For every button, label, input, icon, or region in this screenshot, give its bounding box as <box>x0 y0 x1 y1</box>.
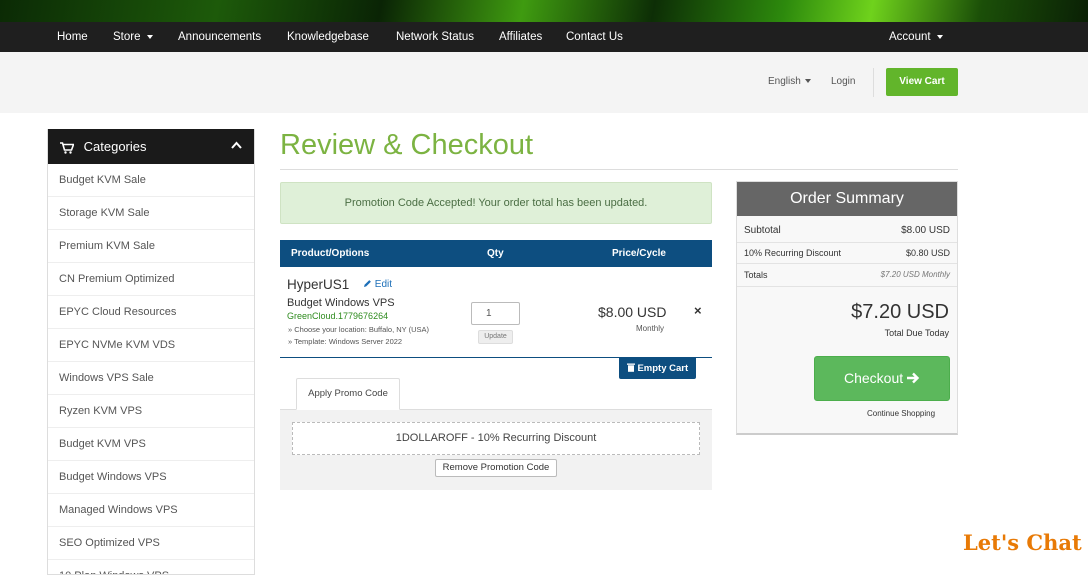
nav-account-label: Account <box>889 31 931 43</box>
arrow-right-icon <box>907 372 920 384</box>
category-item[interactable]: Managed Windows VPS <box>48 494 254 527</box>
category-item[interactable]: SEO Optimized VPS <box>48 527 254 560</box>
chevron-up-icon[interactable] <box>231 141 242 149</box>
categories-title: Categories <box>83 139 147 154</box>
category-item[interactable]: 10 Plan Windows VPS <box>48 560 254 574</box>
product-group: Budget Windows VPS <box>287 297 395 309</box>
product-name: HyperUS1 <box>287 277 350 292</box>
nav-home[interactable]: Home <box>57 22 88 52</box>
category-item[interactable]: Ryzen KVM VPS <box>48 395 254 428</box>
continue-shopping-link[interactable]: Continue Shopping <box>867 409 935 418</box>
divider <box>873 68 874 97</box>
category-item[interactable]: EPYC Cloud Resources <box>48 296 254 329</box>
product-option: » Choose your location: Buffalo, NY (USA… <box>288 325 430 334</box>
live-chat-button[interactable]: Let's Chat <box>963 530 1082 555</box>
remove-item-icon[interactable]: × <box>694 303 702 318</box>
nav-knowledgebase[interactable]: Knowledgebase <box>287 22 369 52</box>
checkout-button[interactable]: Checkout <box>814 356 950 401</box>
subtotal-row: Subtotal $8.00 USD <box>744 225 950 236</box>
cart-table-header: Product/Options Qty Price/Cycle <box>280 240 712 267</box>
chevron-down-icon <box>146 34 153 39</box>
divider <box>737 263 957 264</box>
categories-sidebar: Categories Budget KVM Sale Storage KVM S… <box>47 129 255 575</box>
checkout-label: Checkout <box>843 370 904 386</box>
nav-account[interactable]: Account <box>889 22 943 52</box>
categories-header[interactable]: Categories <box>48 129 254 164</box>
subtotal-value: $8.00 USD <box>901 225 950 236</box>
trash-icon <box>626 363 635 372</box>
discount-label: 10% Recurring Discount <box>744 248 842 258</box>
discount-value: $0.80 USD <box>905 248 950 258</box>
item-cycle: Monthly <box>636 324 665 333</box>
total-due-amount: $7.20 USD <box>851 301 949 323</box>
column-header-product: Product/Options <box>291 248 370 259</box>
product-option: » Template: Windows Server 2022 <box>288 337 403 346</box>
nav-contact-us[interactable]: Contact Us <box>566 22 623 52</box>
category-item[interactable]: Budget Windows VPS <box>48 461 254 494</box>
quantity-input[interactable]: 1 <box>471 302 520 325</box>
category-item[interactable]: Storage KVM Sale <box>48 197 254 230</box>
cart-icon <box>60 141 74 154</box>
language-selector[interactable]: English <box>768 76 811 87</box>
discount-row: 10% Recurring Discount $0.80 USD <box>744 248 950 258</box>
nav-announcements[interactable]: Announcements <box>178 22 261 52</box>
column-header-qty: Qty <box>487 248 504 259</box>
total-due-label: Total Due Today <box>884 328 949 338</box>
item-price: $8.00 USD <box>598 304 667 320</box>
totals-label: Totals <box>744 270 768 280</box>
product-domain: GreenCloud.1779676264 <box>287 311 389 321</box>
empty-cart-label: Empty Cart <box>637 363 689 374</box>
category-item[interactable]: Budget KVM Sale <box>48 164 254 197</box>
nav-store-label: Store <box>113 31 141 43</box>
top-navigation: Home Store Announcements Knowledgebase N… <box>0 22 1088 52</box>
divider <box>737 286 957 287</box>
order-summary: Order Summary Subtotal $8.00 USD 10% Rec… <box>736 181 958 435</box>
nav-affiliates[interactable]: Affiliates <box>499 22 542 52</box>
category-item[interactable]: CN Premium Optimized <box>48 263 254 296</box>
pencil-icon <box>364 280 371 287</box>
nav-network-status[interactable]: Network Status <box>396 22 474 52</box>
empty-cart-button[interactable]: Empty Cart <box>619 358 696 379</box>
divider <box>737 242 957 243</box>
cart-table: Product/Options Qty Price/Cycle HyperUS1… <box>280 240 712 358</box>
header-banner <box>0 0 1088 22</box>
totals-row: Totals $7.20 USD Monthly <box>744 270 950 280</box>
totals-value: $7.20 USD Monthly <box>880 270 950 279</box>
subtotal-label: Subtotal <box>744 225 781 236</box>
chevron-down-icon <box>936 34 943 39</box>
edit-label: Edit <box>374 279 393 290</box>
view-cart-button[interactable]: View Cart <box>886 68 958 96</box>
applied-promo-code: 1DOLLAROFF - 10% Recurring Discount <box>292 422 700 455</box>
page-title: Review & Checkout <box>280 129 534 161</box>
language-label: English <box>768 76 801 87</box>
secondary-bar: English Login View Cart <box>0 52 1088 113</box>
update-button[interactable]: Update <box>478 330 513 344</box>
category-item[interactable]: Premium KVM Sale <box>48 230 254 263</box>
cart-item-row: HyperUS1 Edit Budget Windows VPS GreenCl… <box>280 267 712 358</box>
order-summary-title: Order Summary <box>737 182 957 216</box>
chevron-down-icon <box>804 79 811 84</box>
nav-store[interactable]: Store <box>113 22 153 52</box>
category-item[interactable]: Windows VPS Sale <box>48 362 254 395</box>
login-link[interactable]: Login <box>831 76 855 87</box>
category-item[interactable]: EPYC NVMe KVM VDS <box>48 329 254 362</box>
divider <box>280 169 958 170</box>
category-item[interactable]: Budget KVM VPS <box>48 428 254 461</box>
tab-apply-promo-code[interactable]: Apply Promo Code <box>296 378 400 410</box>
promo-success-alert: Promotion Code Accepted! Your order tota… <box>280 182 712 224</box>
remove-promo-button[interactable]: Remove Promotion Code <box>435 459 557 477</box>
edit-link[interactable]: Edit <box>363 279 392 290</box>
column-header-price: Price/Cycle <box>612 248 666 259</box>
